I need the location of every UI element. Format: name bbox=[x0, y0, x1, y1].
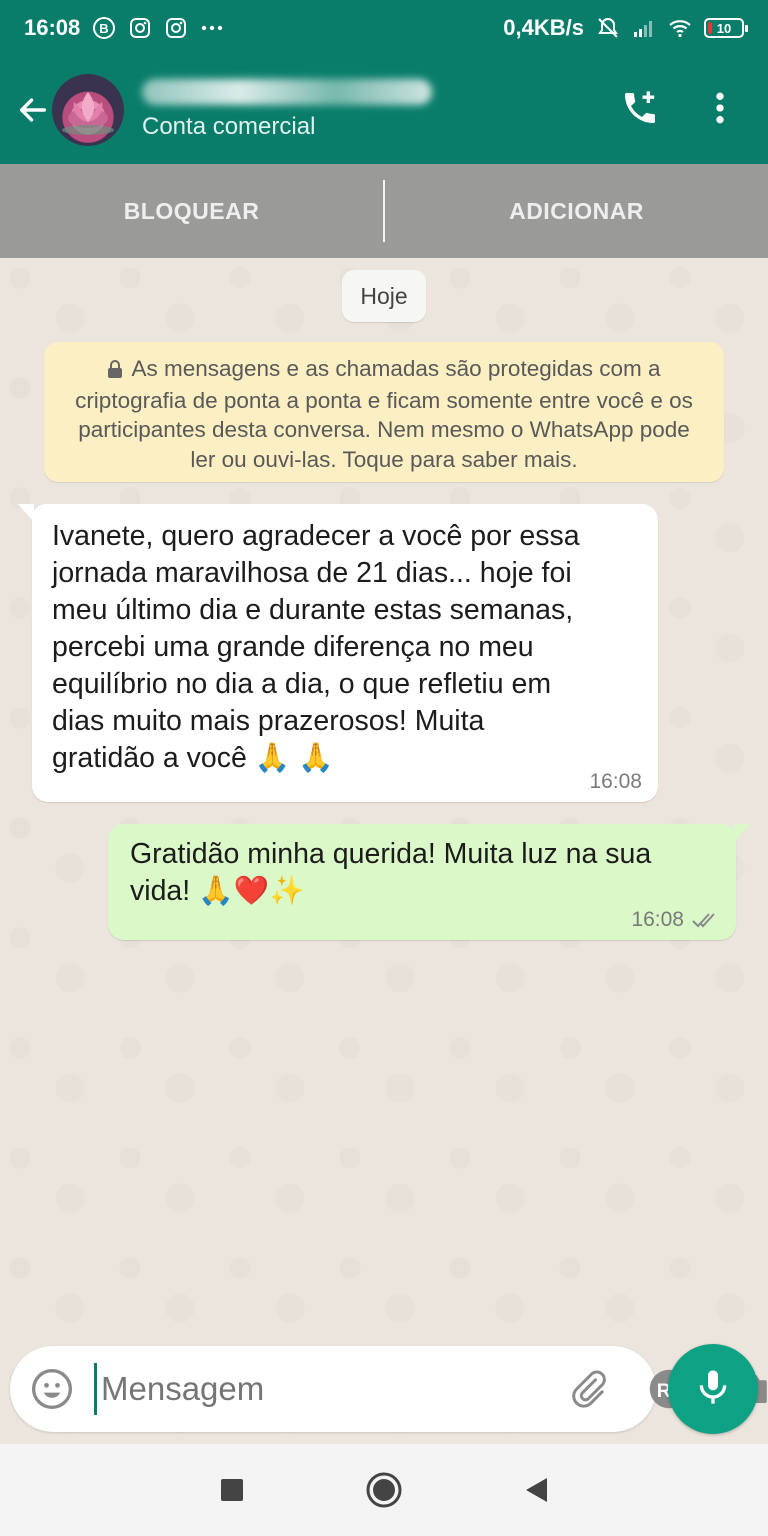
encryption-notice-text: As mensagens e as chamadas são protegida… bbox=[75, 356, 693, 472]
encryption-notice[interactable]: As mensagens e as chamadas são protegida… bbox=[44, 342, 724, 482]
more-dots-icon bbox=[200, 16, 224, 40]
recents-icon[interactable] bbox=[219, 1477, 245, 1503]
instagram-icon bbox=[128, 16, 152, 40]
add-call-icon[interactable] bbox=[620, 88, 660, 133]
message-text: Gratidão minha querida! Muita luz na sua… bbox=[130, 838, 652, 907]
back-arrow-icon[interactable] bbox=[16, 93, 50, 127]
chat-header: Conta comercial bbox=[0, 56, 768, 164]
instagram-icon bbox=[164, 16, 188, 40]
message-input[interactable] bbox=[94, 1363, 528, 1415]
message-time: 16:08 bbox=[589, 770, 642, 793]
back-nav-icon[interactable] bbox=[523, 1476, 549, 1504]
net-speed: 0,4KB/s bbox=[503, 15, 584, 40]
system-nav-bar bbox=[0, 1444, 768, 1536]
home-icon[interactable] bbox=[365, 1471, 403, 1509]
attach-icon[interactable] bbox=[568, 1367, 608, 1411]
unknown-contact-bar: BLOQUEAR ADICIONAR bbox=[0, 164, 768, 258]
double-check-icon bbox=[692, 911, 720, 929]
lock-icon bbox=[107, 356, 123, 386]
date-chip: Hoje bbox=[342, 270, 426, 322]
add-contact-button[interactable]: ADICIONAR bbox=[385, 198, 768, 225]
overflow-menu-icon[interactable] bbox=[700, 88, 740, 133]
svg-text:B: B bbox=[100, 21, 109, 36]
message-time: 16:08 bbox=[631, 908, 684, 931]
wifi-icon bbox=[668, 16, 692, 40]
chat-area[interactable]: Hoje As mensagens e as chamadas são prot… bbox=[0, 258, 768, 1444]
message-outgoing[interactable]: Gratidão minha querida! Muita luz na sua… bbox=[108, 824, 750, 940]
status-time: 16:08 bbox=[24, 15, 81, 40]
signal-icon bbox=[632, 16, 656, 40]
message-composer: R$ bbox=[10, 1346, 767, 1432]
contact-name-redacted bbox=[142, 79, 432, 105]
battery-level: 10 bbox=[716, 20, 732, 36]
message-incoming[interactable]: Ivanete, quero agradecer a você por essa… bbox=[18, 504, 658, 802]
contact-subtitle: Conta comercial bbox=[142, 113, 316, 140]
battery-icon: 10 bbox=[704, 18, 748, 38]
mute-icon bbox=[596, 16, 620, 40]
b-badge-icon: B bbox=[92, 16, 116, 40]
message-text: Ivanete, quero agradecer a você por essa… bbox=[52, 520, 580, 774]
mic-icon bbox=[693, 1367, 733, 1412]
status-bar: 16:08 B 0,4KB/s 10 bbox=[0, 0, 768, 56]
contact-info[interactable]: Conta comercial bbox=[142, 79, 432, 141]
emoji-icon[interactable] bbox=[30, 1367, 74, 1411]
avatar[interactable] bbox=[52, 74, 124, 146]
mic-button[interactable] bbox=[668, 1344, 758, 1434]
block-button[interactable]: BLOQUEAR bbox=[0, 198, 383, 225]
